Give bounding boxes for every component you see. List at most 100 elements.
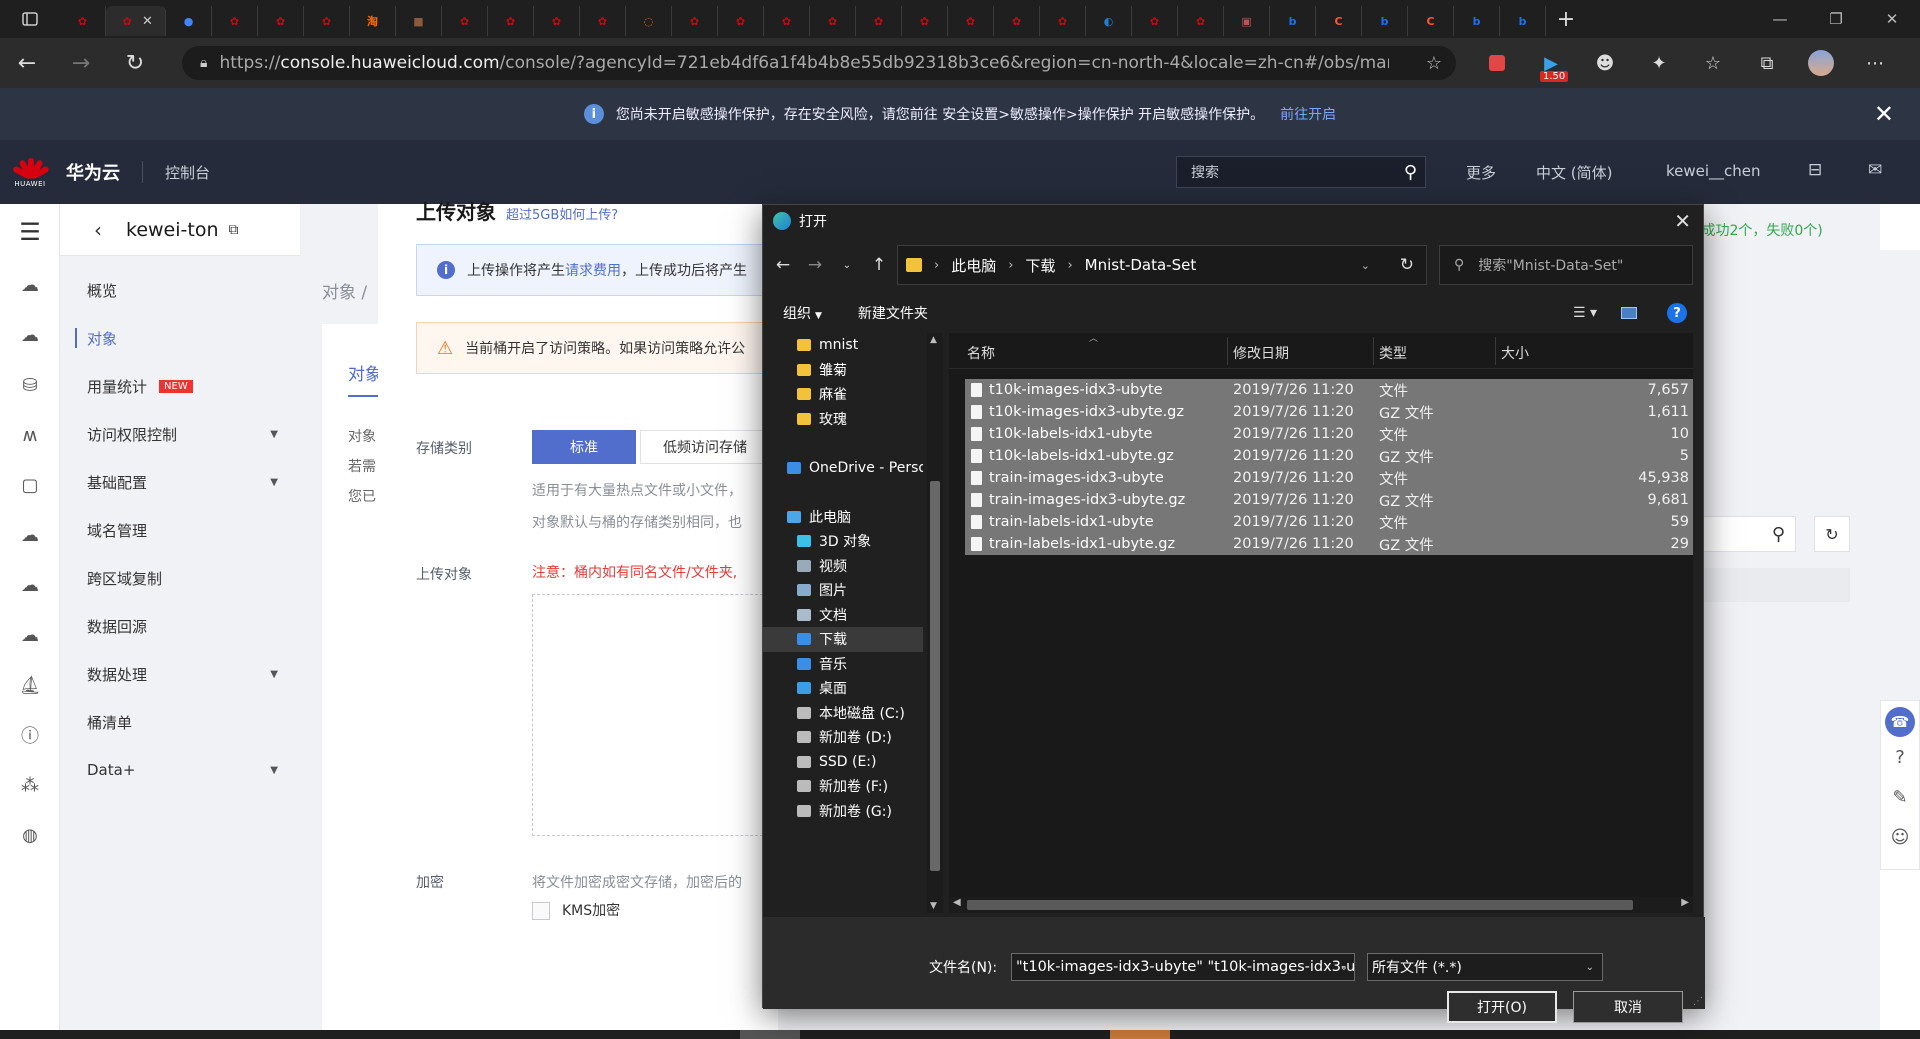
storage-standard-option[interactable]: 标准 [532, 430, 636, 464]
breadcrumb[interactable]: 对象 / [322, 278, 367, 303]
tree-item[interactable]: 新加卷 (D:) [763, 725, 923, 750]
rail-cloud-icon[interactable]: ☁ [0, 310, 60, 360]
tree-item[interactable]: 玫瑰 [763, 407, 923, 432]
header-language[interactable]: 中文 (简体) [1536, 162, 1612, 183]
huawei-logo[interactable]: HUAWEI [0, 140, 60, 204]
sidebar-item-10[interactable]: Data+ ▼ [60, 746, 300, 794]
tree-item[interactable]: 麻雀 [763, 382, 923, 407]
tab-huawei-15[interactable]: ✿ [948, 6, 994, 36]
rail-cloud-4-icon[interactable]: ☁ [0, 610, 60, 660]
favorites-icon[interactable]: ☆ [1686, 38, 1740, 88]
tree-scrollbar[interactable]: ▲ ▼ [927, 333, 943, 913]
file-row[interactable]: t10k-images-idx3-ubyte 2019/7/26 11:20 文件 7… [965, 379, 1693, 401]
minimize-button[interactable]: — [1752, 0, 1808, 38]
view-options-icon[interactable]: ☰ ▾ [1573, 305, 1597, 321]
tab-huawei-13[interactable]: ✿ [856, 6, 902, 36]
header-search-input[interactable]: 搜索 ⚲ [1176, 156, 1426, 188]
tab-huawei-10[interactable]: ✿ [718, 6, 764, 36]
sidebar-item-6[interactable]: 跨区域复制 [60, 554, 300, 602]
maximize-button[interactable]: ❐ [1808, 0, 1864, 38]
notice-close-icon[interactable]: ✕ [1874, 100, 1894, 128]
back-button[interactable]: ← [0, 38, 54, 88]
tab-huawei-14[interactable]: ✿ [902, 6, 948, 36]
tab-huawei-17[interactable]: ✿ [1040, 6, 1086, 36]
tab-bing-2[interactable]: b [1362, 6, 1408, 36]
tab-csdn-2[interactable]: C [1408, 6, 1454, 36]
tab-huawei-5[interactable]: ✿ [442, 6, 488, 36]
taskbar-item[interactable] [740, 1030, 800, 1039]
rail-ai-icon[interactable]: ʍ [0, 410, 60, 460]
scroll-left-icon[interactable]: ◀ [953, 897, 961, 908]
recent-locations-icon[interactable]: ⌄ [831, 249, 863, 281]
dialog-search-input[interactable]: ⚲ 搜索"Mnist-Data-Set" [1439, 245, 1693, 285]
path-dropdown-icon[interactable]: ⌄ [1361, 259, 1370, 272]
rail-cloud-3-icon[interactable]: ☁ [0, 560, 60, 610]
extension-red-icon[interactable] [1470, 38, 1524, 88]
feedback-icon[interactable]: ✎ [1892, 777, 1907, 817]
sidebar-item-1[interactable]: 对象 [60, 314, 300, 362]
rail-globe-icon[interactable]: ◍ [0, 810, 60, 860]
up-folder-icon[interactable]: ↑ [863, 249, 895, 281]
file-row[interactable]: train-images-idx3-ubyte 2019/7/26 11:20 文件… [965, 467, 1693, 489]
smiley-icon[interactable]: ☺ [1891, 817, 1910, 857]
tab-chrome[interactable]: ● [166, 6, 212, 36]
tree-scroll-thumb[interactable] [930, 481, 940, 871]
rail-sail-icon[interactable]: ⛵︎ [0, 660, 60, 710]
sidebar-item-5[interactable]: 域名管理 [60, 506, 300, 554]
file-row[interactable]: train-labels-idx1-ubyte 2019/7/26 11:20 文件… [965, 511, 1693, 533]
tab-huawei-6[interactable]: ✿ [488, 6, 534, 36]
search-icon[interactable]: ⚲ [1404, 162, 1417, 183]
dialog-close-icon[interactable]: ✕ [1674, 209, 1691, 233]
path-chevron-icon[interactable]: › [934, 258, 939, 273]
sidebar-item-2[interactable]: 用量统计 NEW [60, 362, 300, 410]
column-divider[interactable] [1373, 337, 1374, 365]
extensions-puzzle-icon[interactable]: ✦ [1632, 38, 1686, 88]
file-row[interactable]: train-images-idx3-ubyte.gz 2019/7/26 11:2… [965, 489, 1693, 511]
tab-huawei-8[interactable]: ✿ [580, 6, 626, 36]
object-refresh-button[interactable]: ↻ [1814, 516, 1850, 552]
tab-huawei-7[interactable]: ✿ [534, 6, 580, 36]
large-upload-link[interactable]: 超过5GB如何上传? [506, 208, 618, 223]
tab-other[interactable]: ■ [396, 6, 442, 36]
tab-huawei-11[interactable]: ✿ [764, 6, 810, 36]
tree-item[interactable]: 新加卷 (G:) [763, 799, 923, 824]
path-refresh-icon[interactable]: ↻ [1400, 255, 1414, 275]
console-link[interactable]: 控制台 [165, 162, 210, 183]
tab-bing-4[interactable]: b [1500, 6, 1546, 36]
tree-item[interactable]: 下载 [763, 627, 923, 652]
tree-item[interactable]: 图片 [763, 578, 923, 603]
tab-huawei-16[interactable]: ✿ [994, 6, 1040, 36]
forward-button[interactable]: → [54, 38, 108, 88]
column-name[interactable]: 名称 [967, 343, 995, 363]
rail-cloud-server-icon[interactable]: ☁ [0, 260, 60, 310]
help-icon[interactable]: ? [1895, 737, 1905, 777]
resize-grip-icon[interactable]: ⋰ [1693, 996, 1703, 1007]
path-mnist-folder[interactable]: Mnist-Data-Set [1085, 256, 1197, 274]
tree-item[interactable]: OneDrive - Perso [763, 456, 923, 481]
dialog-forward-icon[interactable]: → [799, 249, 831, 281]
tab-loading[interactable]: ◌ [626, 6, 672, 36]
hscroll-thumb[interactable] [967, 900, 1633, 910]
mail-icon[interactable]: ✉ [1868, 160, 1882, 180]
back-chevron-icon[interactable]: ‹ [94, 218, 102, 242]
column-size[interactable]: 大小 [1501, 343, 1529, 363]
tab-taobao[interactable]: 淘 [350, 6, 396, 36]
chevron-down-icon[interactable]: ⌄ [1340, 962, 1348, 973]
tab-huawei-3[interactable]: ✿ [258, 6, 304, 36]
tab-huawei-1[interactable]: ✿ [60, 6, 106, 36]
tab-dark[interactable]: ▣ [1224, 6, 1270, 36]
tab-huawei-2[interactable]: ✿ [212, 6, 258, 36]
tree-item[interactable]: 本地磁盘 (C:) [763, 701, 923, 726]
close-window-button[interactable]: ✕ [1864, 0, 1920, 38]
column-divider[interactable] [1227, 337, 1228, 365]
scroll-up-icon[interactable]: ▲ [930, 335, 937, 345]
tree-item[interactable]: 文档 [763, 603, 923, 628]
tab-huawei-9[interactable]: ✿ [672, 6, 718, 36]
sidebar-item-7[interactable]: 数据回源 [60, 602, 300, 650]
path-this-pc[interactable]: 此电脑 [951, 255, 996, 276]
object-search-button[interactable]: ⚲ [1700, 516, 1796, 552]
browser-menu-icon[interactable]: ⋯ [1848, 38, 1902, 88]
tree-item[interactable]: 3D 对象 [763, 529, 923, 554]
support-headset-icon[interactable]: ☎ [1885, 707, 1915, 737]
path-downloads[interactable]: 下载 [1025, 255, 1055, 276]
